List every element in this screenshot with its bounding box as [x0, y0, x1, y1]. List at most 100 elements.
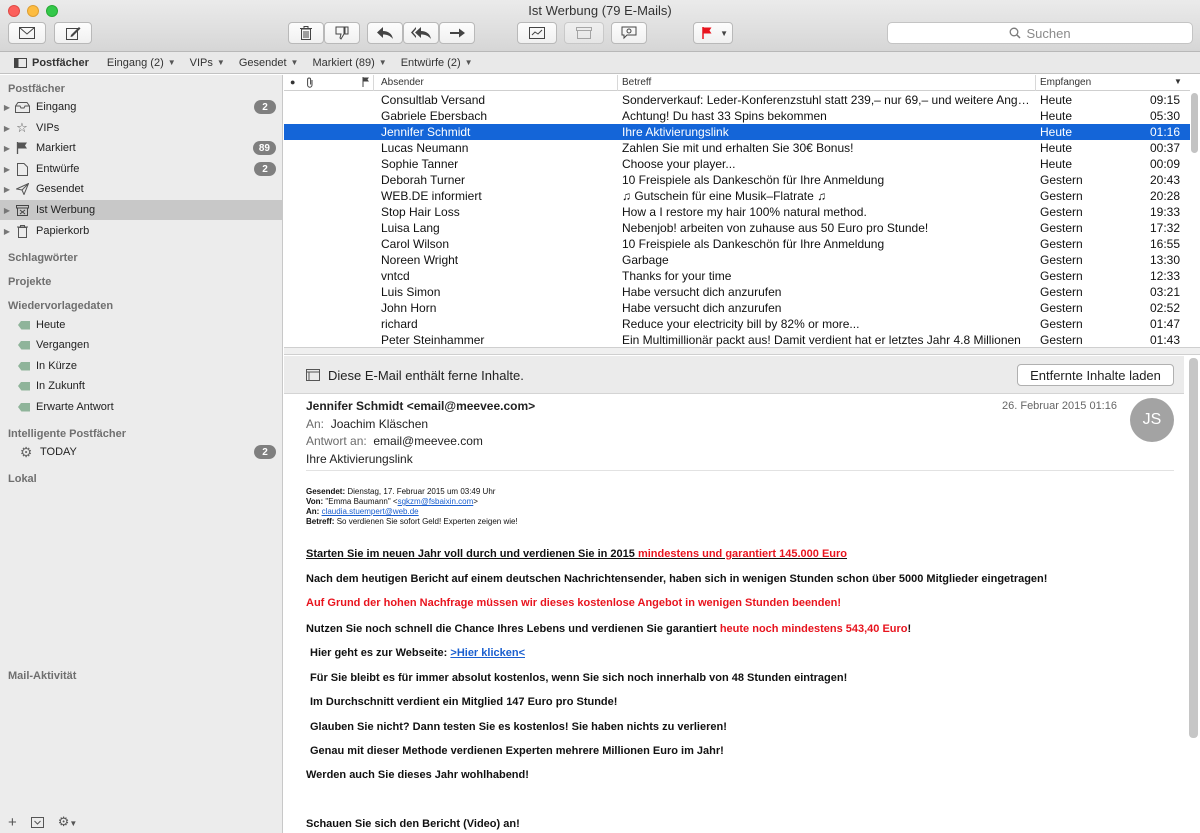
- tag-icon: [18, 361, 30, 371]
- pane-divider[interactable]: [284, 347, 1200, 355]
- unread-column-icon[interactable]: ●: [290, 77, 295, 87]
- column-divider: [1035, 75, 1036, 91]
- sidebar-item-label: TODAY: [40, 446, 77, 458]
- message-row[interactable]: WEB.DE informiert ♫ Gutschein für eine Mu…: [284, 188, 1190, 204]
- disclosure-triangle-icon[interactable]: ▶: [0, 206, 14, 215]
- delete-button[interactable]: [288, 22, 324, 44]
- column-received[interactable]: Empfangen: [1040, 77, 1091, 88]
- view-button[interactable]: [611, 22, 647, 44]
- column-sender[interactable]: Absender: [381, 77, 424, 88]
- sidebar-heading-smart[interactable]: Intelligente Postfächer: [8, 428, 126, 440]
- message-to[interactable]: Joachim Kläschen: [331, 417, 428, 431]
- sidebar-item-followup-today[interactable]: Heute: [0, 315, 282, 335]
- message-row[interactable]: Consultlab Versand Sonderverkauf: Leder-K…: [284, 92, 1190, 108]
- get-mail-button[interactable]: [8, 22, 46, 44]
- remote-content-text: Diese E-Mail enthält ferne Inhalte.: [328, 368, 524, 383]
- message-row[interactable]: vntcd Thanks for your time Gestern 12:33: [284, 268, 1190, 284]
- fav-label: Eingang (2): [106, 56, 164, 69]
- fav-inbox-button[interactable]: Eingang (2) ▼: [100, 57, 183, 69]
- sender: Noreen Wright: [381, 253, 459, 267]
- message-from[interactable]: Jennifer Schmidt <email@meevee.com>: [306, 399, 535, 413]
- sidebar-item-sent[interactable]: ▶ Gesendet: [0, 179, 282, 199]
- fav-mailboxes-button[interactable]: Postfächer: [0, 57, 96, 69]
- count-badge: 2: [254, 445, 276, 459]
- sidebar-item-followup-past[interactable]: Vergangen: [0, 335, 282, 355]
- sidebar-item-flagged[interactable]: ▶ Markiert 89: [0, 138, 282, 158]
- fav-drafts-button[interactable]: Entwürfe (2) ▼: [394, 57, 480, 69]
- column-subject[interactable]: Betreff: [622, 77, 651, 88]
- message-row[interactable]: Noreen Wright Garbage Gestern 13:30: [284, 252, 1190, 268]
- sidebar-heading-projects[interactable]: Projekte: [8, 276, 51, 288]
- attachment-column-icon[interactable]: [306, 77, 314, 91]
- compose-button[interactable]: [54, 22, 92, 44]
- chevron-down-icon: ▼: [720, 28, 728, 38]
- time: 00:09: [1150, 157, 1181, 171]
- message-row[interactable]: Gabriele Ebersbach Achtung! Du hast 33 Sp…: [284, 108, 1190, 124]
- message-row[interactable]: Deborah Turner 10 Freispiele als Dankesch…: [284, 172, 1190, 188]
- action-gear-icon[interactable]: ⚙▼: [58, 814, 78, 830]
- trash-icon: [14, 224, 30, 238]
- disclosure-triangle-icon[interactable]: ▶: [0, 124, 14, 133]
- fav-flagged-button[interactable]: Markiert (89) ▼: [305, 57, 393, 69]
- message-row[interactable]: Carol Wilson 10 Freispiele als Dankeschön…: [284, 236, 1190, 252]
- sender: Jennifer Schmidt: [381, 125, 471, 139]
- sidebar-heading-followup[interactable]: Wiedervorlagedaten: [8, 300, 113, 312]
- message-row[interactable]: Sophie Tanner Choose your player... Heute 0…: [284, 156, 1190, 172]
- disclosure-triangle-icon[interactable]: ▶: [0, 185, 14, 194]
- sidebar-item-followup-future[interactable]: In Zukunft: [0, 376, 282, 396]
- list-scrollbar[interactable]: [1191, 93, 1198, 153]
- message-row[interactable]: Peter Steinhammer Ein Multimillionär pack…: [284, 332, 1190, 348]
- disclosure-triangle-icon[interactable]: ▶: [0, 144, 14, 153]
- sidebar-item-vips[interactable]: ▶ ☆ VIPs: [0, 118, 282, 138]
- mail-activity-heading: Mail-Aktivität: [8, 670, 77, 682]
- sort-chevron-icon[interactable]: ▼: [1174, 77, 1182, 86]
- sidebar-item-today[interactable]: ⚙ TODAY 2: [0, 442, 282, 462]
- sidebar-item-ist-werbung[interactable]: ▶ Ist Werbung: [0, 200, 282, 220]
- sender: Peter Steinhammer: [381, 333, 485, 347]
- sidebar-heading-tags[interactable]: Schlagwörter: [8, 252, 78, 264]
- show-related-button[interactable]: [517, 22, 557, 44]
- sidebar-item-inbox[interactable]: ▶ Eingang 2: [0, 97, 282, 117]
- day: Heute: [1040, 157, 1073, 171]
- forward-button[interactable]: [439, 22, 475, 44]
- body-line: Genau mit dieser Methode verdienen Exper…: [310, 745, 724, 757]
- load-remote-content-button[interactable]: Entfernte Inhalte laden: [1017, 364, 1174, 386]
- search-input[interactable]: Suchen: [887, 22, 1193, 44]
- message-row[interactable]: Lucas Neumann Zahlen Sie mit und erhalten…: [284, 140, 1190, 156]
- fwd-to-link[interactable]: claudia.stuempert@web.de: [322, 507, 419, 516]
- flag-menu-button[interactable]: ▼: [693, 22, 733, 44]
- message-row[interactable]: Stop Hair Loss How a I restore my hair 10…: [284, 204, 1190, 220]
- message-row[interactable]: richard Reduce your electricity bill by 8…: [284, 316, 1190, 332]
- sidebar-item-followup-soon[interactable]: In Kürze: [0, 356, 282, 376]
- sidebar-item-trash[interactable]: ▶ Papierkorb: [0, 221, 282, 241]
- flag-column-icon[interactable]: [362, 77, 370, 90]
- hide-sidebar-icon[interactable]: [30, 816, 44, 828]
- reply-all-button[interactable]: [403, 22, 439, 44]
- message-row[interactable]: Luisa Lang Nebenjob! arbeiten von zuhause…: [284, 220, 1190, 236]
- envelope-icon: [19, 27, 35, 39]
- reply-button[interactable]: [367, 22, 403, 44]
- subject: Choose your player...: [622, 157, 736, 171]
- add-mailbox-button[interactable]: +: [8, 814, 17, 831]
- fav-vips-button[interactable]: VIPs ▼: [183, 57, 232, 69]
- message-row-selected[interactable]: Jennifer Schmidt Ihre Aktivierungslink Heu…: [284, 124, 1190, 140]
- sidebar-heading-local[interactable]: Lokal: [8, 473, 37, 485]
- message-scrollbar[interactable]: [1189, 358, 1198, 738]
- junk-button[interactable]: [324, 22, 360, 44]
- time: 03:21: [1150, 285, 1181, 299]
- fwd-from-link[interactable]: sgkzm@fsbaixin.com: [398, 497, 474, 506]
- message-row[interactable]: John Horn Habe versucht dich anzurufen Ges…: [284, 300, 1190, 316]
- disclosure-triangle-icon[interactable]: ▶: [0, 165, 14, 174]
- message-reply-to[interactable]: email@meevee.com: [373, 434, 483, 448]
- archive-button[interactable]: [564, 22, 604, 44]
- disclosure-triangle-icon[interactable]: ▶: [0, 103, 14, 112]
- spam-link[interactable]: >Hier klicken<: [450, 647, 525, 659]
- sidebar-item-drafts[interactable]: ▶ Entwürfe 2: [0, 159, 282, 179]
- sidebar-item-followup-awaiting[interactable]: Erwarte Antwort: [0, 397, 282, 417]
- disclosure-triangle-icon[interactable]: ▶: [0, 227, 14, 236]
- message-row[interactable]: Luis Simon Habe versucht dich anzurufen Ge…: [284, 284, 1190, 300]
- search-placeholder: Suchen: [1026, 25, 1071, 41]
- tag-icon: [18, 402, 30, 412]
- fav-sent-button[interactable]: Gesendet ▼: [232, 57, 306, 69]
- fwd-from-label: Von:: [306, 497, 324, 506]
